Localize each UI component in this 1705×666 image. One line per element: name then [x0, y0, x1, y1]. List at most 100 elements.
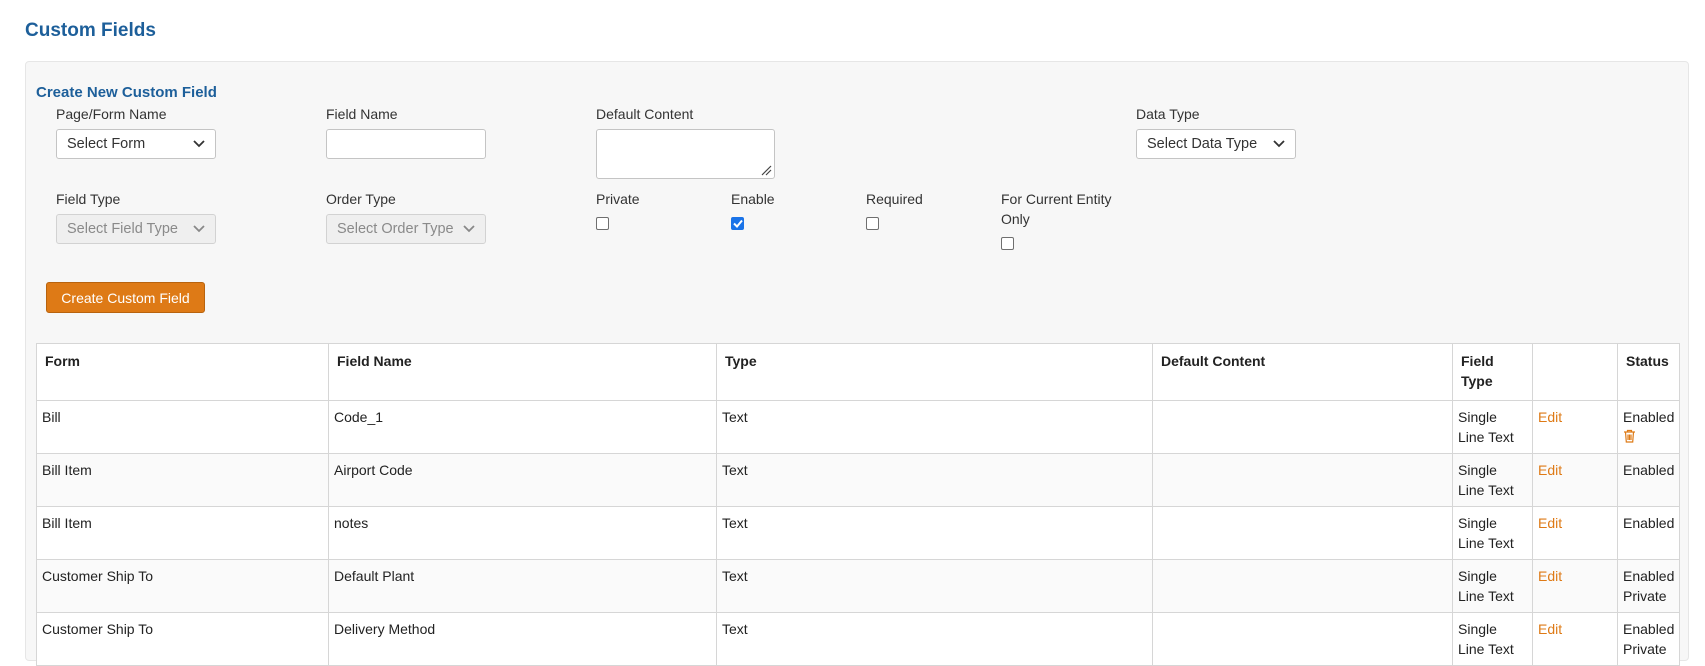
- cell-form: Customer Ship To: [36, 559, 329, 613]
- create-custom-field-button[interactable]: Create Custom Field: [46, 282, 205, 313]
- cell-field-name: Code_1: [328, 400, 717, 454]
- required-group: Required: [866, 189, 923, 230]
- cell-actions: Edit: [1532, 453, 1618, 507]
- cell-field-type: Single Line Text: [1452, 400, 1533, 454]
- cell-actions: Edit: [1532, 400, 1618, 454]
- cell-field-type: Single Line Text: [1452, 612, 1533, 666]
- cell-type: Text: [716, 506, 1153, 560]
- data-type-value: Select Data Type: [1147, 136, 1258, 152]
- chevron-down-icon: [193, 225, 205, 233]
- field-name-group: Field Name: [326, 104, 486, 159]
- enable-group: Enable: [731, 189, 775, 230]
- page-title: Custom Fields: [25, 20, 156, 41]
- field-type-group: Field Type Select Field Type: [56, 189, 216, 244]
- page-form-name-select[interactable]: Select Form: [56, 129, 216, 159]
- column-header-form[interactable]: Form: [36, 343, 329, 401]
- page-form-name-value: Select Form: [67, 136, 146, 152]
- edit-link[interactable]: Edit: [1538, 462, 1562, 478]
- current-entity-checkbox[interactable]: [1001, 237, 1014, 250]
- private-label: Private: [596, 191, 640, 207]
- status-text: Enabled: [1623, 568, 1675, 584]
- cell-default-content: [1152, 506, 1453, 560]
- field-type-select[interactable]: Select Field Type: [56, 214, 216, 244]
- field-name-input[interactable]: [326, 129, 486, 159]
- edit-link[interactable]: Edit: [1538, 515, 1562, 531]
- check-icon: [732, 219, 743, 228]
- cell-default-content: [1152, 400, 1453, 454]
- resize-grip-icon[interactable]: [761, 165, 772, 176]
- edit-link[interactable]: Edit: [1538, 621, 1562, 637]
- page-form-name-group: Page/Form Name Select Form: [56, 104, 216, 159]
- private-checkbox[interactable]: [596, 217, 609, 230]
- cell-field-name: notes: [328, 506, 717, 560]
- status-text: Enabled: [1623, 621, 1675, 637]
- cell-status: Enabled: [1617, 453, 1680, 507]
- cell-type: Text: [716, 400, 1153, 454]
- chevron-down-icon: [1273, 140, 1285, 148]
- table-row: Customer Ship To Default Plant Text Sing…: [36, 559, 1680, 613]
- order-type-select[interactable]: Select Order Type: [326, 214, 486, 244]
- current-entity-label: For Current Entity Only: [1001, 191, 1112, 227]
- column-header-default-content[interactable]: Default Content: [1152, 343, 1453, 401]
- page-form-name-label: Page/Form Name: [56, 106, 167, 122]
- cell-field-name: Airport Code: [328, 453, 717, 507]
- private-group: Private: [596, 189, 640, 230]
- custom-fields-table: Form Field Name Type Default Content Fie…: [36, 343, 1680, 666]
- column-header-actions: [1532, 343, 1618, 401]
- table-row: Bill Item Airport Code Text Single Line …: [36, 453, 1680, 507]
- section-title: Create New Custom Field: [36, 84, 217, 101]
- cell-status: Enabled Private: [1617, 612, 1680, 666]
- cell-form: Bill Item: [36, 506, 329, 560]
- status-text: Enabled: [1623, 515, 1675, 531]
- create-custom-field-panel: Create New Custom Field Page/Form Name S…: [25, 61, 1689, 666]
- status-private-text: Private: [1623, 588, 1667, 604]
- required-checkbox[interactable]: [866, 217, 879, 230]
- cell-field-name: Default Plant: [328, 559, 717, 613]
- cell-field-type: Single Line Text: [1452, 506, 1533, 560]
- cell-default-content: [1152, 559, 1453, 613]
- column-header-field-name[interactable]: Field Name: [328, 343, 717, 401]
- cell-field-name: Delivery Method: [328, 612, 717, 666]
- trash-icon[interactable]: [1623, 429, 1636, 443]
- column-header-field-type[interactable]: Field Type: [1452, 343, 1533, 401]
- edit-link[interactable]: Edit: [1538, 409, 1562, 425]
- field-name-label: Field Name: [326, 106, 398, 122]
- cell-status: Enabled: [1617, 506, 1680, 560]
- cell-actions: Edit: [1532, 506, 1618, 560]
- required-label: Required: [866, 191, 923, 207]
- cell-status: Enabled: [1617, 400, 1680, 454]
- enable-checkbox[interactable]: [731, 217, 744, 230]
- default-content-textarea[interactable]: [596, 129, 775, 179]
- order-type-group: Order Type Select Order Type: [326, 189, 486, 244]
- data-type-group: Data Type Select Data Type: [1136, 104, 1296, 159]
- field-type-label: Field Type: [56, 191, 121, 207]
- cell-field-type: Single Line Text: [1452, 559, 1533, 613]
- edit-link[interactable]: Edit: [1538, 568, 1562, 584]
- column-header-status[interactable]: Status: [1617, 343, 1680, 401]
- field-type-value: Select Field Type: [67, 221, 178, 237]
- data-type-select[interactable]: Select Data Type: [1136, 129, 1296, 159]
- chevron-down-icon: [463, 225, 475, 233]
- table-header-row: Form Field Name Type Default Content Fie…: [36, 343, 1680, 401]
- default-content-group: Default Content: [596, 104, 775, 179]
- cell-default-content: [1152, 612, 1453, 666]
- status-text: Enabled: [1623, 409, 1675, 425]
- status-private-text: Private: [1623, 641, 1667, 657]
- cell-type: Text: [716, 453, 1153, 507]
- table-row: Bill Item notes Text Single Line Text Ed…: [36, 506, 1680, 560]
- cell-actions: Edit: [1532, 559, 1618, 613]
- cell-default-content: [1152, 453, 1453, 507]
- table-row: Bill Code_1 Text Single Line Text Edit E…: [36, 400, 1680, 454]
- enable-label: Enable: [731, 191, 775, 207]
- data-type-label: Data Type: [1136, 106, 1200, 122]
- order-type-label: Order Type: [326, 191, 396, 207]
- chevron-down-icon: [193, 140, 205, 148]
- default-content-label: Default Content: [596, 106, 694, 122]
- cell-form: Bill Item: [36, 453, 329, 507]
- cell-status: Enabled Private: [1617, 559, 1680, 613]
- table-row: Customer Ship To Delivery Method Text Si…: [36, 612, 1680, 666]
- column-header-type[interactable]: Type: [716, 343, 1153, 401]
- cell-type: Text: [716, 612, 1153, 666]
- status-text: Enabled: [1623, 462, 1675, 478]
- cell-field-type: Single Line Text: [1452, 453, 1533, 507]
